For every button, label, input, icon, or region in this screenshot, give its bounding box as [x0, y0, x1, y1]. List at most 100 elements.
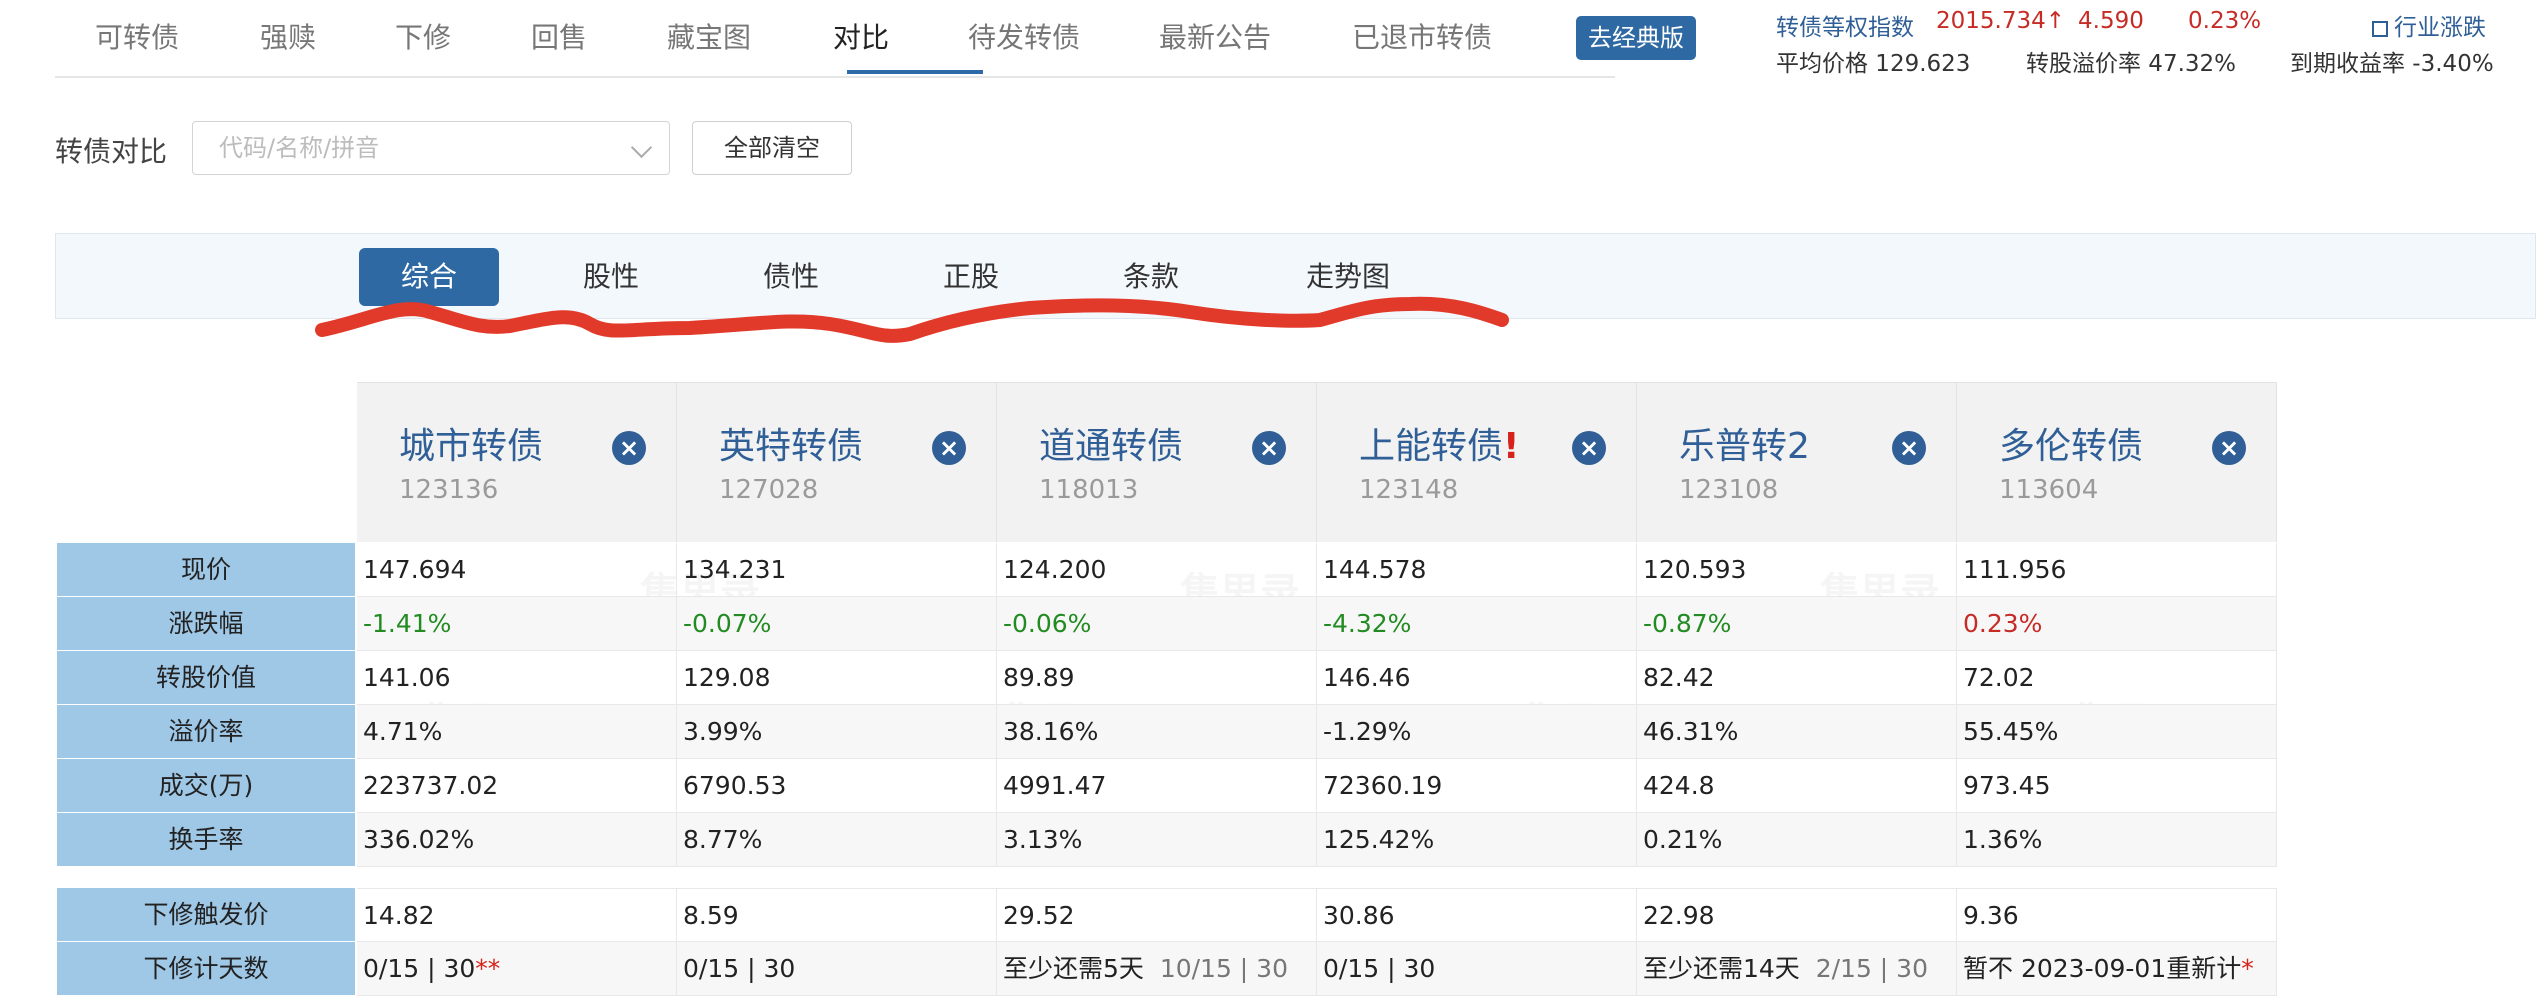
table-cell: 8.77%: [677, 813, 997, 867]
table-cell: 1.36%: [1957, 813, 2277, 867]
nav-item-announcements[interactable]: 最新公告: [1159, 16, 1271, 56]
table-cell: 29.52: [997, 888, 1317, 942]
bond-code: 118013: [1039, 475, 1139, 505]
bond-code: 123136: [399, 475, 499, 505]
row-label-reset-days: 下修计天数: [57, 942, 355, 996]
classic-version-button[interactable]: 去经典版: [1576, 16, 1696, 60]
table-cell: 6790.53: [677, 759, 997, 813]
nav-item-compare[interactable]: 对比: [833, 16, 889, 56]
row-label-reset-trigger: 下修触发价: [57, 888, 355, 942]
table-cell: 144.578: [1317, 543, 1637, 597]
table-cell: 暂不 2023-09-01重新计*: [1957, 942, 2277, 996]
bond-name[interactable]: 英特转债: [719, 417, 863, 469]
table-cell: 8.59: [677, 888, 997, 942]
table-cell: 147.694: [357, 543, 677, 597]
bond-search-select[interactable]: [192, 121, 670, 175]
remove-bond-icon[interactable]: ×: [1252, 431, 1286, 465]
table-cell: 146.46: [1317, 651, 1637, 705]
remove-bond-icon[interactable]: ×: [612, 431, 646, 465]
index-name[interactable]: 转债等权指数: [1776, 8, 1914, 42]
bond-name[interactable]: 多伦转债: [1999, 417, 2143, 469]
table-cell: -4.32%: [1317, 597, 1637, 651]
avg-price: 平均价格 129.623: [1776, 51, 1971, 77]
reset-days-value: 10/15 | 30: [1159, 954, 1288, 983]
industry-link[interactable]: 行业涨跌: [2372, 8, 2486, 42]
table-cell: 4991.47: [997, 759, 1317, 813]
premium-rate: 转股溢价率 47.32%: [2026, 51, 2237, 77]
reset-days-value: 暂不 2023-09-01重新计: [1963, 954, 2242, 983]
row-label-change: 涨跌幅: [57, 597, 355, 651]
table-cell: 3.99%: [677, 705, 997, 759]
row-label-turnover: 换手率: [57, 813, 355, 867]
nav-item-pending[interactable]: 待发转债: [968, 16, 1080, 56]
bond-header: 多伦转债 113604 ×: [1957, 382, 2277, 542]
remove-bond-icon[interactable]: ×: [932, 431, 966, 465]
table-cell: -1.29%: [1317, 705, 1637, 759]
table-cell: 82.42: [1637, 651, 1957, 705]
row-label-conversion-value: 转股价值: [57, 651, 355, 705]
bond-header: 上能转债! 123148 ×: [1317, 382, 1637, 542]
table-cell: 0/15 | 30**: [357, 942, 677, 996]
top-nav: 可转债 强赎 下修 回售 藏宝图 对比 待发转债 最新公告 已退市转债: [55, 0, 1615, 78]
bond-name[interactable]: 上能转债!: [1359, 417, 1519, 469]
nav-item-redeem[interactable]: 强赎: [260, 16, 316, 56]
bond-code: 123148: [1359, 475, 1459, 505]
remove-bond-icon[interactable]: ×: [2212, 431, 2246, 465]
table-cell: 3.13%: [997, 813, 1317, 867]
index-value: 2015.734↑: [1936, 8, 2066, 34]
reset-days-value: 0/15 | 30: [363, 954, 476, 983]
bond-header: 英特转债 127028 ×: [677, 382, 997, 542]
table-cell: -1.41%: [357, 597, 677, 651]
index-change: 4.590: [2078, 8, 2144, 34]
table-cell: 38.16%: [997, 705, 1317, 759]
reset-days-prefix: 至少还需14天: [1643, 954, 1800, 983]
chevron-down-icon[interactable]: [630, 136, 653, 159]
reset-days-star: *: [2241, 954, 2254, 983]
table-cell: 0/15 | 30: [677, 942, 997, 996]
bond-name[interactable]: 乐普转2: [1679, 417, 1810, 469]
reset-days-value: 0/15 | 30: [683, 954, 796, 983]
bond-name[interactable]: 道通转债: [1039, 417, 1183, 469]
bond-code: 113604: [1999, 475, 2099, 505]
table-cell: 973.45: [1957, 759, 2277, 813]
nav-item-treasure-map[interactable]: 藏宝图: [667, 16, 751, 56]
table-cell: 223737.02: [357, 759, 677, 813]
nav-active-underline: [847, 70, 983, 74]
remove-bond-icon[interactable]: ×: [1892, 431, 1926, 465]
table-cell: -0.87%: [1637, 597, 1957, 651]
table-cell: 72.02: [1957, 651, 2277, 705]
nav-item-convertible[interactable]: 可转债: [95, 16, 179, 56]
table-cell: 124.200: [997, 543, 1317, 597]
table-cell: 55.45%: [1957, 705, 2277, 759]
bond-name[interactable]: 城市转债: [399, 417, 543, 469]
bond-search-input[interactable]: [219, 122, 599, 174]
table-cell: -0.06%: [997, 597, 1317, 651]
table-cell: 134.231: [677, 543, 997, 597]
nav-item-reset[interactable]: 下修: [395, 16, 451, 56]
remove-bond-icon[interactable]: ×: [1572, 431, 1606, 465]
table-cell: 至少还需14天 2/15 | 30: [1637, 942, 1957, 996]
table-cell: 至少还需5天 10/15 | 30: [997, 942, 1317, 996]
reset-days-value: 0/15 | 30: [1323, 954, 1436, 983]
table-cell: 72360.19: [1317, 759, 1637, 813]
reset-days-prefix: 至少还需5天: [1003, 954, 1144, 983]
nav-item-delisted[interactable]: 已退市转债: [1352, 16, 1492, 56]
table-cell: 141.06: [357, 651, 677, 705]
reset-days-value: 2/15 | 30: [1815, 954, 1928, 983]
bond-code: 127028: [719, 475, 819, 505]
table-cell: 22.98: [1637, 888, 1957, 942]
clear-all-button[interactable]: 全部清空: [692, 121, 852, 175]
table-cell: -0.07%: [677, 597, 997, 651]
nav-item-putback[interactable]: 回售: [531, 16, 587, 56]
table-cell: 125.42%: [1317, 813, 1637, 867]
red-annotation-scribble: [315, 296, 1509, 343]
table-cell: 4.71%: [357, 705, 677, 759]
table-cell: 129.08: [677, 651, 997, 705]
bond-code: 123108: [1679, 475, 1779, 505]
table-cell: 424.8: [1637, 759, 1957, 813]
row-label-volume: 成交(万): [57, 759, 355, 813]
bond-header: 道通转债 118013 ×: [997, 382, 1317, 542]
table-cell: 46.31%: [1637, 705, 1957, 759]
chart-icon: [2372, 20, 2388, 37]
industry-link-label: 行业涨跌: [2394, 15, 2486, 41]
